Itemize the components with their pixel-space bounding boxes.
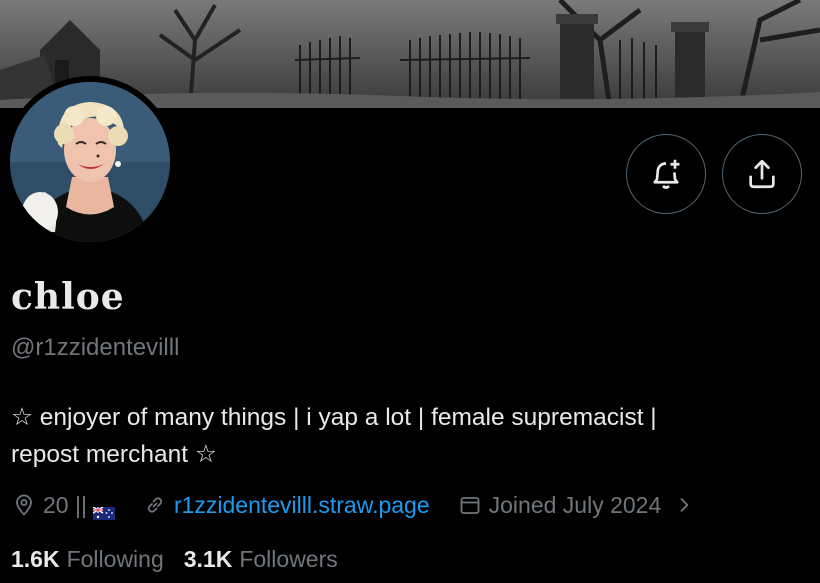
username-handle: @r1zzidentevilll	[11, 334, 180, 361]
bell-plus-icon	[653, 159, 680, 189]
location-text: 20 ||	[43, 491, 87, 518]
location: 20 ||	[11, 491, 115, 520]
display-name: chloe	[11, 276, 125, 318]
location-pin-icon	[11, 492, 37, 518]
avatar[interactable]	[10, 82, 170, 242]
bio-line: repost merchant ☆	[11, 441, 217, 468]
followers-count: 3.1K	[183, 546, 233, 572]
share-button[interactable]	[722, 134, 802, 214]
share-icon	[749, 159, 775, 189]
avatar-portrait-image	[10, 82, 170, 242]
join-date-text: Joined July 2024	[488, 491, 662, 518]
chevron-right-icon	[671, 492, 697, 518]
website[interactable]: r1zzidentevilll.straw.page	[142, 492, 430, 519]
followers-label: Followers	[239, 546, 338, 572]
website-link[interactable]: r1zzidentevilll.straw.page	[174, 492, 430, 519]
join-date[interactable]: Joined July 2024	[457, 492, 704, 519]
bio-line: ☆ enjoyer of many things | i yap a lot |…	[11, 404, 657, 431]
profile-meta-row: 20 || r1zzidentevilll.straw.page Joined …	[11, 489, 811, 521]
calendar-icon	[457, 492, 483, 518]
profile-bio: ☆ enjoyer of many things | i yap a lot |…	[11, 399, 801, 473]
australia-flag-icon	[92, 499, 115, 520]
following-count: 1.6K	[11, 546, 60, 572]
follow-stats: 1.6K Following 3.1K Followers	[11, 546, 338, 573]
notifications-button[interactable]	[626, 134, 706, 214]
link-icon	[142, 492, 168, 518]
following-link[interactable]: 1.6K Following	[11, 546, 164, 573]
followers-link[interactable]: 3.1K Followers	[184, 546, 338, 573]
following-label: Following	[66, 546, 164, 572]
